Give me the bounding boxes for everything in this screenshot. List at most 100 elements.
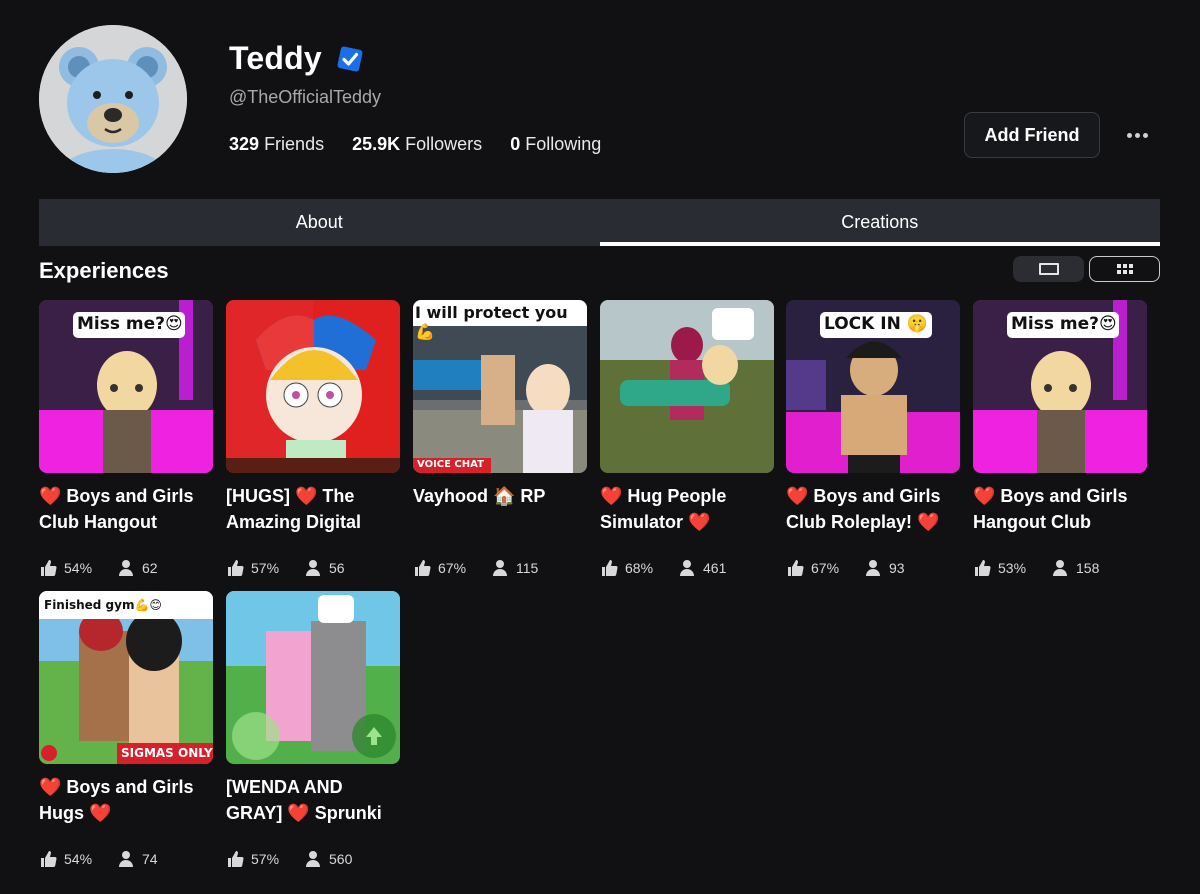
experience-title-line: Hugs ❤️	[39, 803, 112, 823]
thumbnail-caption: Finished gym💪😊	[44, 598, 162, 612]
experience-card[interactable]: [HUGS] ❤️ The Amazing Digital 57% 56	[226, 300, 400, 577]
player-count: 56	[329, 560, 345, 576]
player-count: 461	[703, 560, 727, 576]
teddy-bear-avatar-icon	[39, 25, 187, 173]
rating-value: 54%	[64, 851, 93, 867]
stat-label: Friends	[264, 134, 325, 154]
experience-title[interactable]: Vayhood 🏠 RP	[413, 483, 587, 535]
experience-title-line: Vayhood 🏠 RP	[413, 486, 546, 506]
players-icon	[119, 560, 133, 576]
avatar[interactable]	[39, 25, 187, 173]
experience-title[interactable]: [WENDA AND GRAY] ❤️ Sprunki	[226, 774, 400, 826]
thumbs-up-icon	[788, 560, 804, 576]
experience-card[interactable]: 😍 ❤️ Hug People Simulator ❤️ 68% 461	[600, 300, 774, 577]
digital-circus-thumbnail-image	[226, 300, 400, 473]
experience-title[interactable]: ❤️ Boys and Girls Club Hangout	[39, 483, 213, 535]
experience-title[interactable]: ❤️ Boys and Girls Hangout Club	[973, 483, 1147, 535]
experience-title-line: Simulator ❤️	[600, 512, 711, 532]
players-icon	[119, 851, 133, 867]
players-icon	[306, 560, 320, 576]
boys-girls-hugs-thumbnail-image	[39, 591, 213, 764]
rating-value: 68%	[625, 560, 654, 576]
following-count[interactable]: 0 Following	[510, 134, 601, 155]
experience-thumbnail[interactable]: Miss me?😍	[973, 300, 1147, 473]
rating-value: 54%	[64, 560, 93, 576]
experience-stats: 54% 74	[39, 850, 213, 868]
single-view-toggle[interactable]	[1013, 256, 1084, 282]
player-count: 74	[142, 851, 158, 867]
experience-thumbnail[interactable]: 😍	[600, 300, 774, 473]
single-view-icon	[1038, 263, 1059, 275]
experience-title-line: Club Hangout	[39, 512, 157, 532]
experience-title[interactable]: ❤️ Boys and Girls Hugs ❤️	[39, 774, 213, 826]
experience-thumbnail[interactable]: I will protect you💪 VOICE CHAT	[413, 300, 587, 473]
player-count: 560	[329, 851, 353, 867]
rating-value: 67%	[438, 560, 467, 576]
experience-title-line: ❤️ Boys and Girls	[39, 777, 194, 797]
experience-title-line: Amazing Digital	[226, 512, 362, 532]
experience-title-line: ❤️ Boys and Girls	[786, 486, 941, 506]
stat-value: 0	[510, 134, 521, 154]
thumbs-up-icon	[228, 560, 244, 576]
grid-view-toggle[interactable]	[1089, 256, 1160, 282]
experience-title[interactable]: [HUGS] ❤️ The Amazing Digital	[226, 483, 400, 535]
experience-stats: 54% 62	[39, 559, 213, 577]
thumbs-up-icon	[975, 560, 991, 576]
thumbnail-caption: Miss me?😍	[77, 314, 183, 334]
thumbnail-caption: LOCK IN 🤫	[824, 314, 928, 334]
voice-chat-badge: VOICE CHAT	[417, 459, 484, 470]
experience-title-line: Hangout Club	[973, 512, 1091, 532]
players-icon	[1053, 560, 1067, 576]
thumbnail-caption: 😊	[324, 598, 341, 617]
friends-count[interactable]: 329 Friends	[229, 134, 324, 155]
stat-value: 25.9K	[352, 134, 401, 154]
thumbs-up-icon	[41, 851, 57, 867]
more-options-icon[interactable]	[1121, 122, 1153, 148]
players-icon	[866, 560, 880, 576]
experience-card[interactable]: LOCK IN 🤫 ❤️ Boys and Girls Club Rolepla…	[786, 300, 960, 577]
hug-simulator-thumbnail-image	[600, 300, 774, 473]
wenda-gray-thumbnail-image	[226, 591, 400, 764]
experience-card[interactable]: Finished gym💪😊 SIGMAS ONLY ❤️ Boys and G…	[39, 591, 213, 868]
rating-value: 57%	[251, 851, 280, 867]
player-count: 93	[889, 560, 905, 576]
experience-title[interactable]: ❤️ Boys and Girls Club Roleplay! ❤️	[786, 483, 960, 535]
display-name: Teddy	[229, 40, 322, 76]
players-icon	[493, 560, 507, 576]
thumbnail-caption: Miss me?😍	[1011, 314, 1117, 334]
experience-thumbnail[interactable]: Finished gym💪😊 SIGMAS ONLY	[39, 591, 213, 764]
experience-thumbnail[interactable]	[226, 300, 400, 473]
stat-value: 329	[229, 134, 260, 154]
thumbs-up-icon	[602, 560, 618, 576]
player-count: 62	[142, 560, 158, 576]
section-title: Experiences	[39, 258, 169, 283]
players-icon	[680, 560, 694, 576]
profile-stats: 329 Friends 25.9K Followers 0 Following	[229, 134, 601, 155]
experience-card[interactable]: 😊 [WENDA AND GRAY] ❤️ Sprunki 57% 560	[226, 591, 400, 868]
player-count: 115	[516, 560, 539, 576]
experience-title-line: GRAY] ❤️ Sprunki	[226, 803, 382, 823]
experience-thumbnail[interactable]: Miss me?😍	[39, 300, 213, 473]
experience-title-line: ❤️ Boys and Girls	[39, 486, 194, 506]
experience-card[interactable]: I will protect you💪 VOICE CHAT Vayhood 🏠…	[413, 300, 587, 577]
experience-card[interactable]: Miss me?😍 ❤️ Boys and Girls Club Hangout…	[39, 300, 213, 577]
experience-stats: 68% 461	[600, 559, 774, 577]
experience-title-line: ❤️ Hug People	[600, 486, 727, 506]
rating-value: 57%	[251, 560, 280, 576]
add-friend-button[interactable]: Add Friend	[964, 112, 1100, 158]
tab-creations[interactable]: Creations	[599, 199, 1161, 246]
username-handle: @TheOfficialTeddy	[229, 87, 382, 107]
experience-stats: 57% 56	[226, 559, 400, 577]
experience-card[interactable]: Miss me?😍 ❤️ Boys and Girls Hangout Club…	[973, 300, 1147, 577]
players-icon	[306, 851, 320, 867]
experience-thumbnail[interactable]: 😊	[226, 591, 400, 764]
rating-value: 53%	[998, 560, 1027, 576]
experience-thumbnail[interactable]: LOCK IN 🤫	[786, 300, 960, 473]
thumbs-up-icon	[228, 851, 244, 867]
experience-stats: 67% 115	[413, 559, 587, 577]
experience-title[interactable]: ❤️ Hug People Simulator ❤️	[600, 483, 774, 535]
experience-stats: 53% 158	[973, 559, 1147, 577]
tab-about[interactable]: About	[39, 199, 600, 246]
profile-name-row: Teddy	[229, 40, 366, 77]
followers-count[interactable]: 25.9K Followers	[352, 134, 482, 155]
